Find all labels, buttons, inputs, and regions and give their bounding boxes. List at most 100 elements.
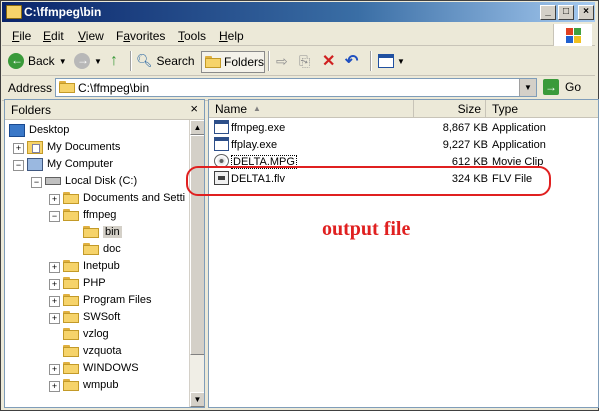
tree-item-my-documents[interactable]: My Documents xyxy=(27,139,120,155)
back-arrow-icon: ← xyxy=(8,53,24,69)
search-button[interactable]: 🔍︎ Search xyxy=(136,51,195,71)
minimize-button[interactable]: _ xyxy=(540,5,556,20)
tree-item-label: Documents and Setti xyxy=(83,192,186,204)
column-header-size[interactable]: Size xyxy=(414,100,486,118)
menu-file[interactable]: File xyxy=(12,29,31,43)
address-bar: Address C:\ffmpeg\bin ▼ → Go xyxy=(2,76,595,101)
column-header-label: Size xyxy=(457,102,481,116)
back-button[interactable]: ← Back ▼ xyxy=(8,51,67,71)
menu-edit[interactable]: Edit xyxy=(43,29,64,43)
delete-x-icon: ✕ xyxy=(322,53,336,70)
expand-icon[interactable]: + xyxy=(49,381,60,392)
copy-to-button[interactable]: ⎘ xyxy=(299,51,310,71)
expand-icon[interactable]: + xyxy=(49,279,60,290)
folder-icon xyxy=(63,294,79,306)
tree-item-documents-and-settings[interactable]: Documents and Setti xyxy=(63,190,185,206)
folder-icon xyxy=(63,311,79,323)
tree-item-swsoft[interactable]: SWSoft xyxy=(63,309,120,325)
expand-icon[interactable]: + xyxy=(13,143,24,154)
folders-label: Folders xyxy=(223,55,264,69)
copy-to-icon: ⎘ xyxy=(299,52,311,69)
menu-tools[interactable]: Tools xyxy=(178,29,206,43)
file-row[interactable]: ffmpeg.exe 8,867 KB Application xyxy=(209,120,598,136)
back-label: Back xyxy=(28,54,55,68)
folder-icon xyxy=(63,345,79,357)
expand-icon[interactable]: + xyxy=(49,296,60,307)
move-to-icon: ⇨ xyxy=(276,52,288,69)
close-icon[interactable]: × xyxy=(190,101,198,116)
expand-icon[interactable]: + xyxy=(49,364,60,375)
computer-icon xyxy=(27,157,43,171)
title-bar[interactable]: C:\ffmpeg\bin _ □ × xyxy=(2,2,595,22)
collapse-icon[interactable]: − xyxy=(31,177,42,188)
collapse-icon[interactable]: − xyxy=(49,211,60,222)
tree-item-label: Program Files xyxy=(83,294,152,306)
tree-item-local-disk[interactable]: Local Disk (C:) xyxy=(45,173,137,189)
file-name: ffmpeg.exe xyxy=(231,122,286,134)
folder-icon xyxy=(6,5,22,19)
scroll-down-button[interactable]: ▼ xyxy=(190,392,204,407)
chevron-down-icon: ▼ xyxy=(58,56,67,66)
tree-item-label: vzlog xyxy=(83,328,109,340)
folder-icon xyxy=(205,56,221,68)
move-to-button[interactable]: ⇨ xyxy=(276,51,288,71)
tree-item-label: Desktop xyxy=(29,124,70,136)
tree-item-desktop[interactable]: Desktop xyxy=(9,122,69,138)
close-button[interactable]: × xyxy=(578,5,594,20)
tree-item-label: PHP xyxy=(83,277,106,289)
column-header-name[interactable]: Name ▲ xyxy=(209,100,414,118)
tree-item-doc[interactable]: doc xyxy=(83,241,121,257)
expand-icon[interactable]: + xyxy=(49,194,60,205)
my-documents-icon xyxy=(27,140,43,154)
tree-item-inetpub[interactable]: Inetpub xyxy=(63,258,120,274)
scroll-up-button[interactable]: ▲ xyxy=(190,120,204,135)
tree-item-label: vzquota xyxy=(83,345,122,357)
toolbar: ← Back ▼ → ▼ ↑ 🔍︎ Search Folders ⇨ ⎘ ✕ ↶… xyxy=(2,47,595,76)
tree-item-my-computer[interactable]: My Computer xyxy=(27,156,113,172)
tree-item-program-files[interactable]: Program Files xyxy=(63,292,151,308)
address-dropdown-button[interactable]: ▼ xyxy=(519,79,536,96)
folder-icon xyxy=(63,362,79,374)
maximize-button[interactable]: □ xyxy=(558,5,574,20)
folder-icon xyxy=(63,260,79,272)
file-list: Name ▲ Size Type ffmpeg.exe 8,867 KB App… xyxy=(208,99,599,408)
delete-button[interactable]: ✕ xyxy=(322,51,335,71)
address-input[interactable]: C:\ffmpeg\bin ▼ xyxy=(55,78,537,97)
collapse-icon[interactable]: − xyxy=(13,160,24,171)
tree-item-vzlog[interactable]: vzlog xyxy=(63,326,109,342)
views-button[interactable]: ▼ xyxy=(378,51,405,71)
toolbar-separator xyxy=(130,51,132,71)
expand-icon[interactable]: + xyxy=(49,313,60,324)
up-folder-button[interactable]: ↑ xyxy=(110,51,118,71)
menu-view[interactable]: View xyxy=(78,29,104,43)
tree-item-wmpub[interactable]: wmpub xyxy=(63,377,118,393)
undo-button[interactable]: ↶ xyxy=(345,51,358,71)
folders-pane-header: Folders × xyxy=(5,100,204,120)
column-header-label: Type xyxy=(492,102,519,116)
tree-item-label: Inetpub xyxy=(83,260,120,272)
file-row[interactable]: ffplay.exe 9,227 KB Application xyxy=(209,137,598,153)
go-button[interactable]: → Go xyxy=(543,78,581,96)
folders-button[interactable]: Folders xyxy=(201,51,265,73)
tree-item-ffmpeg[interactable]: ffmpeg xyxy=(63,207,116,223)
views-icon xyxy=(378,54,394,68)
application-icon xyxy=(214,137,229,151)
tree-item-bin[interactable]: bin xyxy=(83,224,122,240)
toolbar-separator xyxy=(370,51,372,71)
address-value: C:\ffmpeg\bin xyxy=(78,81,150,95)
forward-button[interactable]: → ▼ xyxy=(74,51,102,71)
application-icon xyxy=(214,120,229,134)
tree-item-windows[interactable]: WINDOWS xyxy=(63,360,139,376)
menu-help[interactable]: Help xyxy=(219,29,244,43)
chevron-down-icon: ▼ xyxy=(94,56,102,66)
column-header-type[interactable]: Type xyxy=(486,100,598,118)
tree-item-vzquota[interactable]: vzquota xyxy=(63,343,122,359)
tree-item-label: bin xyxy=(103,226,122,238)
tree-item-php[interactable]: PHP xyxy=(63,275,106,291)
menu-favorites[interactable]: Favorites xyxy=(116,29,165,43)
folder-icon xyxy=(59,81,75,93)
folder-icon xyxy=(63,277,79,289)
folders-scrollbar[interactable]: ▲ ▼ xyxy=(189,120,204,407)
expand-icon[interactable]: + xyxy=(49,262,60,273)
forward-arrow-icon: → xyxy=(74,53,90,69)
